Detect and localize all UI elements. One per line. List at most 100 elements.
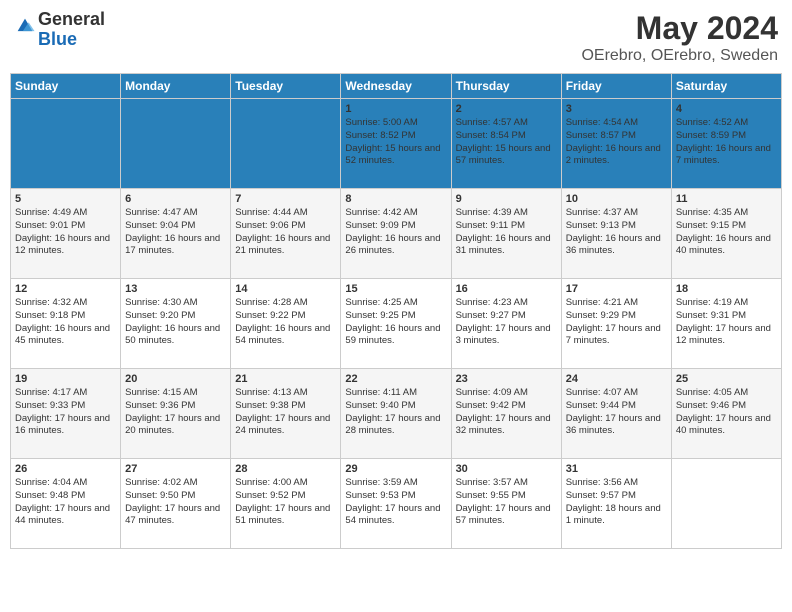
date-number: 19	[15, 373, 116, 385]
cell-info: Sunrise: 4:19 AM Sunset: 9:31 PM Dayligh…	[676, 297, 777, 348]
date-number: 21	[235, 373, 336, 385]
date-number: 10	[566, 193, 667, 205]
calendar-cell: 30 Sunrise: 3:57 AM Sunset: 9:55 PM Dayli…	[451, 459, 561, 549]
date-number: 30	[456, 463, 557, 475]
cell-info: Sunrise: 4:09 AM Sunset: 9:42 PM Dayligh…	[456, 387, 557, 438]
calendar-cell: 15 Sunrise: 4:25 AM Sunset: 9:25 PM Dayli…	[341, 279, 451, 369]
subtitle: OErebro, OErebro, Sweden	[581, 47, 778, 65]
date-number: 3	[566, 103, 667, 115]
cell-info: Sunrise: 5:00 AM Sunset: 8:52 PM Dayligh…	[345, 117, 446, 168]
cell-info: Sunrise: 4:13 AM Sunset: 9:38 PM Dayligh…	[235, 387, 336, 438]
calendar-cell	[671, 459, 781, 549]
cell-info: Sunrise: 3:56 AM Sunset: 9:57 PM Dayligh…	[566, 477, 667, 528]
calendar-cell: 2 Sunrise: 4:57 AM Sunset: 8:54 PM Daylig…	[451, 99, 561, 189]
cell-info: Sunrise: 4:05 AM Sunset: 9:46 PM Dayligh…	[676, 387, 777, 438]
date-number: 7	[235, 193, 336, 205]
calendar-cell: 25 Sunrise: 4:05 AM Sunset: 9:46 PM Dayli…	[671, 369, 781, 459]
week-row-4: 19 Sunrise: 4:17 AM Sunset: 9:33 PM Dayli…	[11, 369, 782, 459]
calendar-cell: 23 Sunrise: 4:09 AM Sunset: 9:42 PM Dayli…	[451, 369, 561, 459]
calendar-cell: 10 Sunrise: 4:37 AM Sunset: 9:13 PM Dayli…	[561, 189, 671, 279]
calendar-cell: 4 Sunrise: 4:52 AM Sunset: 8:59 PM Daylig…	[671, 99, 781, 189]
date-number: 12	[15, 283, 116, 295]
cell-info: Sunrise: 3:57 AM Sunset: 9:55 PM Dayligh…	[456, 477, 557, 528]
calendar-cell: 21 Sunrise: 4:13 AM Sunset: 9:38 PM Dayli…	[231, 369, 341, 459]
title-block: May 2024 OErebro, OErebro, Sweden	[581, 10, 778, 65]
cell-info: Sunrise: 4:39 AM Sunset: 9:11 PM Dayligh…	[456, 207, 557, 258]
calendar-cell: 29 Sunrise: 3:59 AM Sunset: 9:53 PM Dayli…	[341, 459, 451, 549]
date-number: 22	[345, 373, 446, 385]
cell-info: Sunrise: 4:11 AM Sunset: 9:40 PM Dayligh…	[345, 387, 446, 438]
date-number: 18	[676, 283, 777, 295]
date-number: 5	[15, 193, 116, 205]
calendar-cell: 14Sunrise: 4:28 AM Sunset: 9:22 PM Dayli…	[231, 279, 341, 369]
cell-info: Sunrise: 4:42 AM Sunset: 9:09 PM Dayligh…	[345, 207, 446, 258]
calendar-cell: 11 Sunrise: 4:35 AM Sunset: 9:15 PM Dayli…	[671, 189, 781, 279]
date-number: 29	[345, 463, 446, 475]
calendar-cell: 13Sunrise: 4:30 AM Sunset: 9:20 PM Dayli…	[121, 279, 231, 369]
day-header-wednesday: Wednesday	[341, 74, 451, 99]
cell-info: Sunrise: 4:00 AM Sunset: 9:52 PM Dayligh…	[235, 477, 336, 528]
cell-info: Sunrise: 4:49 AM Sunset: 9:01 PM Dayligh…	[15, 207, 116, 258]
week-row-2: 5 Sunrise: 4:49 AM Sunset: 9:01 PM Daylig…	[11, 189, 782, 279]
day-header-friday: Friday	[561, 74, 671, 99]
cell-info: Sunrise: 4:30 AM Sunset: 9:20 PM Dayligh…	[125, 297, 226, 348]
date-number: 17	[566, 283, 667, 295]
day-header-tuesday: Tuesday	[231, 74, 341, 99]
calendar-cell: 31Sunrise: 3:56 AM Sunset: 9:57 PM Dayli…	[561, 459, 671, 549]
calendar-cell: 3 Sunrise: 4:54 AM Sunset: 8:57 PM Daylig…	[561, 99, 671, 189]
calendar-cell: 8 Sunrise: 4:42 AM Sunset: 9:09 PM Daylig…	[341, 189, 451, 279]
week-row-1: 1 Sunrise: 5:00 AM Sunset: 8:52 PM Daylig…	[11, 99, 782, 189]
calendar-cell: 18 Sunrise: 4:19 AM Sunset: 9:31 PM Dayli…	[671, 279, 781, 369]
calendar-cell: 28 Sunrise: 4:00 AM Sunset: 9:52 PM Dayli…	[231, 459, 341, 549]
cell-info: Sunrise: 4:23 AM Sunset: 9:27 PM Dayligh…	[456, 297, 557, 348]
cell-info: Sunrise: 4:25 AM Sunset: 9:25 PM Dayligh…	[345, 297, 446, 348]
date-number: 28	[235, 463, 336, 475]
calendar-cell: 9Sunrise: 4:39 AM Sunset: 9:11 PM Daylig…	[451, 189, 561, 279]
date-number: 11	[676, 193, 777, 205]
date-number: 4	[676, 103, 777, 115]
calendar-cell: 24Sunrise: 4:07 AM Sunset: 9:44 PM Dayli…	[561, 369, 671, 459]
cell-info: Sunrise: 4:57 AM Sunset: 8:54 PM Dayligh…	[456, 117, 557, 168]
cell-info: Sunrise: 4:47 AM Sunset: 9:04 PM Dayligh…	[125, 207, 226, 258]
date-number: 27	[125, 463, 226, 475]
calendar-cell	[231, 99, 341, 189]
cell-info: Sunrise: 4:54 AM Sunset: 8:57 PM Dayligh…	[566, 117, 667, 168]
calendar-cell: 19 Sunrise: 4:17 AM Sunset: 9:33 PM Dayli…	[11, 369, 121, 459]
cell-info: Sunrise: 4:07 AM Sunset: 9:44 PM Dayligh…	[566, 387, 667, 438]
cell-info: Sunrise: 4:04 AM Sunset: 9:48 PM Dayligh…	[15, 477, 116, 528]
date-number: 20	[125, 373, 226, 385]
calendar-cell: 16 Sunrise: 4:23 AM Sunset: 9:27 PM Dayli…	[451, 279, 561, 369]
day-header-saturday: Saturday	[671, 74, 781, 99]
cell-info: Sunrise: 4:02 AM Sunset: 9:50 PM Dayligh…	[125, 477, 226, 528]
date-number: 1	[345, 103, 446, 115]
date-number: 23	[456, 373, 557, 385]
calendar-cell: 27 Sunrise: 4:02 AM Sunset: 9:50 PM Dayli…	[121, 459, 231, 549]
cell-info: Sunrise: 4:15 AM Sunset: 9:36 PM Dayligh…	[125, 387, 226, 438]
logo-text: General Blue	[38, 10, 105, 50]
date-number: 15	[345, 283, 446, 295]
date-number: 14	[235, 283, 336, 295]
date-number: 16	[456, 283, 557, 295]
date-number: 6	[125, 193, 226, 205]
calendar-cell: 26Sunrise: 4:04 AM Sunset: 9:48 PM Dayli…	[11, 459, 121, 549]
cell-info: Sunrise: 4:32 AM Sunset: 9:18 PM Dayligh…	[15, 297, 116, 348]
week-row-3: 12 Sunrise: 4:32 AM Sunset: 9:18 PM Dayli…	[11, 279, 782, 369]
date-number: 2	[456, 103, 557, 115]
cell-info: Sunrise: 3:59 AM Sunset: 9:53 PM Dayligh…	[345, 477, 446, 528]
cell-info: Sunrise: 4:17 AM Sunset: 9:33 PM Dayligh…	[15, 387, 116, 438]
cell-info: Sunrise: 4:37 AM Sunset: 9:13 PM Dayligh…	[566, 207, 667, 258]
week-row-5: 26Sunrise: 4:04 AM Sunset: 9:48 PM Dayli…	[11, 459, 782, 549]
cell-info: Sunrise: 4:52 AM Sunset: 8:59 PM Dayligh…	[676, 117, 777, 168]
calendar-cell: 20 Sunrise: 4:15 AM Sunset: 9:36 PM Dayli…	[121, 369, 231, 459]
logo: General Blue	[14, 10, 105, 50]
calendar-cell: 1 Sunrise: 5:00 AM Sunset: 8:52 PM Daylig…	[341, 99, 451, 189]
date-number: 25	[676, 373, 777, 385]
calendar-cell: 17Sunrise: 4:21 AM Sunset: 9:29 PM Dayli…	[561, 279, 671, 369]
calendar-table: SundayMondayTuesdayWednesdayThursdayFrid…	[10, 73, 782, 549]
logo-icon	[14, 15, 36, 37]
calendar-cell	[11, 99, 121, 189]
cell-info: Sunrise: 4:35 AM Sunset: 9:15 PM Dayligh…	[676, 207, 777, 258]
date-number: 8	[345, 193, 446, 205]
calendar-cell: 12 Sunrise: 4:32 AM Sunset: 9:18 PM Dayli…	[11, 279, 121, 369]
header-row: SundayMondayTuesdayWednesdayThursdayFrid…	[11, 74, 782, 99]
